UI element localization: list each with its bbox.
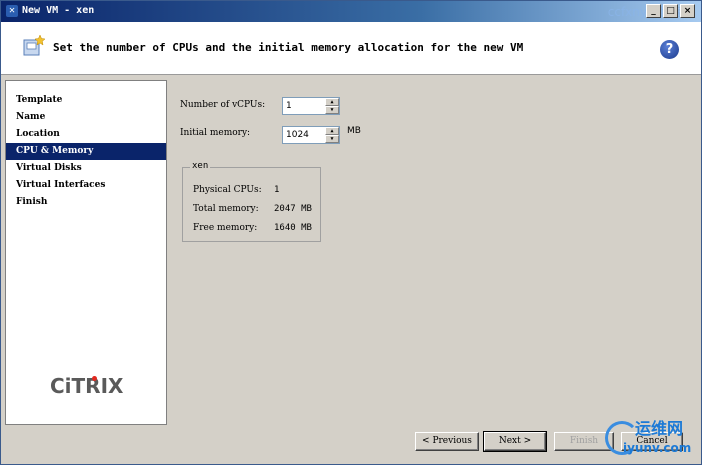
close-button[interactable]: × bbox=[680, 4, 695, 18]
previous-button[interactable]: < Previous bbox=[415, 432, 479, 451]
wizard-header: Set the number of CPUs and the initial m… bbox=[1, 22, 701, 75]
watermark-url: iyunv.com bbox=[623, 441, 692, 455]
sidebar-item-virtual-disks[interactable]: Virtual Disks bbox=[6, 160, 166, 177]
cpu-memory-panel: Number of vCPUs: 1 ▲ ▼ Initial memory: 1… bbox=[167, 80, 693, 425]
down-arrow-icon[interactable]: ▼ bbox=[325, 106, 339, 114]
maximize-button[interactable]: □ bbox=[663, 4, 678, 18]
window-title: New VM - xen bbox=[22, 5, 95, 16]
new-vm-icon bbox=[23, 34, 45, 56]
vcpus-stepper[interactable]: 1 ▲ ▼ bbox=[282, 97, 340, 115]
title-bar[interactable]: ✕ New VM - xen ccfxny的博客 _ □ × bbox=[1, 1, 701, 22]
sidebar-item-template[interactable]: Template bbox=[6, 92, 166, 109]
sidebar-item-name[interactable]: Name bbox=[6, 109, 166, 126]
wizard-steps-list: Template Name Location CPU & Memory Virtual … bbox=[6, 92, 166, 211]
minimize-button[interactable]: _ bbox=[646, 4, 661, 18]
next-button[interactable]: Next > bbox=[483, 431, 547, 452]
host-info-group: xen Physical CPUs: 1 Total memory: 2047 … bbox=[182, 161, 321, 242]
total-memory-value: 2047 MB bbox=[274, 204, 312, 214]
host-name: xen bbox=[190, 161, 211, 171]
physical-cpus-label: Physical CPUs: bbox=[193, 185, 262, 195]
wizard-steps-sidebar: Template Name Location CPU & Memory Virtual … bbox=[5, 80, 167, 425]
vcpus-stepper-arrows: ▲ ▼ bbox=[325, 98, 339, 114]
sidebar-item-finish[interactable]: Finish bbox=[6, 194, 166, 211]
citrix-logo: CiTRIX bbox=[50, 374, 124, 398]
window-controls: _ □ × bbox=[646, 4, 695, 18]
watermark-cn: 运维网 bbox=[635, 419, 684, 438]
xencenter-app-icon: ✕ bbox=[6, 5, 18, 17]
page-title: Set the number of CPUs and the initial m… bbox=[53, 41, 524, 54]
new-vm-wizard-window: ✕ New VM - xen ccfxny的博客 _ □ × Set the n… bbox=[0, 0, 702, 465]
vcpus-label: Number of vCPUs: bbox=[180, 100, 266, 110]
sidebar-item-location[interactable]: Location bbox=[6, 126, 166, 143]
memory-label: Initial memory: bbox=[180, 128, 251, 138]
site-watermark: 运维网 iyunv.com bbox=[601, 413, 697, 463]
free-memory-label: Free memory: bbox=[193, 223, 258, 233]
total-memory-label: Total memory: bbox=[193, 204, 259, 214]
free-memory-value: 1640 MB bbox=[274, 223, 312, 233]
physical-cpus-value: 1 bbox=[274, 185, 280, 195]
memory-stepper[interactable]: 1024 ▲ ▼ bbox=[282, 126, 340, 144]
vcpus-value[interactable]: 1 bbox=[286, 101, 292, 111]
citrix-logo-dot bbox=[92, 376, 97, 381]
memory-value[interactable]: 1024 bbox=[286, 130, 309, 140]
sidebar-item-virtual-interfaces[interactable]: Virtual Interfaces bbox=[6, 177, 166, 194]
sidebar-item-cpu-memory[interactable]: CPU & Memory bbox=[6, 143, 166, 160]
memory-stepper-arrows: ▲ ▼ bbox=[325, 127, 339, 143]
up-arrow-icon[interactable]: ▲ bbox=[325, 127, 339, 135]
up-arrow-icon[interactable]: ▲ bbox=[325, 98, 339, 106]
down-arrow-icon[interactable]: ▼ bbox=[325, 135, 339, 143]
help-icon[interactable]: ? bbox=[660, 40, 679, 59]
memory-unit: MB bbox=[347, 126, 361, 136]
